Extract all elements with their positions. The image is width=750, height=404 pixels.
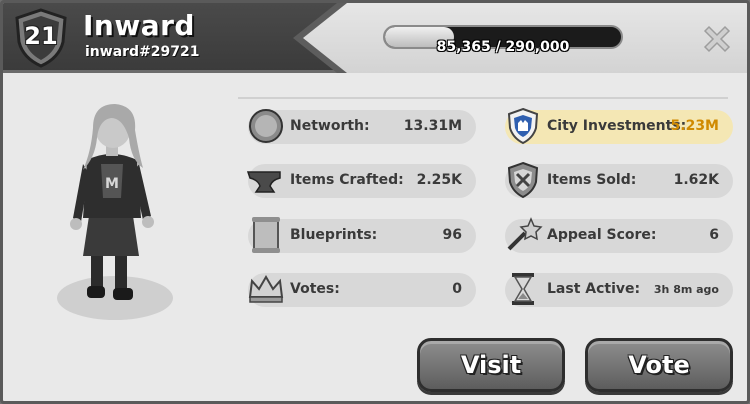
crown-icon: [248, 275, 284, 303]
close-button[interactable]: [699, 21, 735, 57]
stat-label: Blueprints:: [290, 227, 378, 243]
player-id: inward#29721: [85, 44, 200, 60]
close-icon: [703, 25, 731, 53]
star-wand-icon: [507, 217, 543, 251]
stat-items-crafted: Items Crafted: 2.25K: [246, 164, 476, 198]
stat-value: 2.25K: [416, 172, 462, 188]
stat-label: Items Sold:: [547, 172, 637, 188]
player-name: Inward: [83, 9, 195, 42]
coin-icon: [249, 109, 283, 143]
scroll-icon: [252, 217, 280, 253]
stat-value: 1.62K: [673, 172, 719, 188]
stat-label: Votes:: [290, 281, 340, 297]
xp-progress-text: 85,365 / 290,000: [436, 39, 570, 55]
stat-value: 96: [442, 227, 462, 243]
stat-value: 5.23M: [670, 118, 719, 134]
stats-divider: [238, 97, 728, 99]
vote-button-label: Vote: [628, 351, 690, 379]
stat-label: Networth:: [290, 118, 370, 134]
stat-label: Last Active:: [547, 281, 641, 297]
city-shield-icon: [507, 107, 539, 145]
stat-value: 13.31M: [403, 118, 462, 134]
stat-votes: Votes: 0: [248, 273, 476, 307]
stat-value: 3h 8m ago: [653, 283, 719, 296]
anvil-icon: [246, 171, 281, 193]
hourglass-icon: [512, 273, 534, 305]
stat-blueprints: Blueprints: 96: [248, 217, 476, 253]
stat-value: 0: [452, 281, 462, 297]
stat-label: City Investments:: [547, 118, 687, 134]
stat-label: Items Crafted:: [290, 172, 404, 188]
visit-button-label: Visit: [460, 351, 522, 379]
level-number: 21: [24, 22, 58, 50]
level-badge: 21: [13, 8, 69, 68]
stat-networth: Networth: 13.31M: [248, 109, 476, 144]
player-avatar: M: [53, 98, 183, 328]
stat-items-sold: Items Sold: 1.62K: [505, 161, 733, 199]
visit-button[interactable]: Visit: [417, 338, 565, 392]
items-sold-shield-icon: [507, 161, 539, 199]
stat-appeal-score: Appeal Score: 6: [505, 217, 733, 253]
stat-label: Appeal Score:: [547, 227, 657, 243]
vote-button[interactable]: Vote: [585, 338, 733, 392]
player-profile-panel: 21 Inward inward#29721 85,365 / 290,000 …: [0, 0, 750, 404]
stat-city-investments: City Investments: 5.23M: [505, 107, 733, 145]
stat-last-active: Last Active: 3h 8m ago: [505, 273, 733, 307]
svg-text:M: M: [105, 176, 119, 192]
stat-value: 6: [709, 227, 719, 243]
